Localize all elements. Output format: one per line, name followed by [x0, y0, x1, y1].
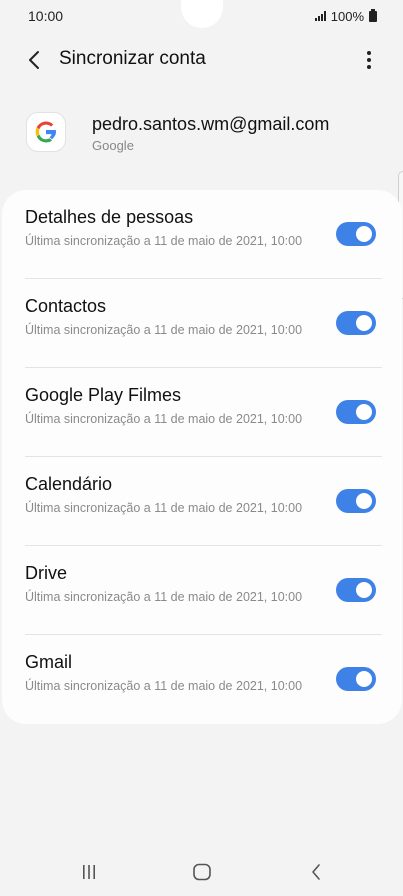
- status-time: 10:00: [28, 8, 64, 24]
- sync-item-contactos[interactable]: Contactos Última sincronização a 11 de m…: [2, 279, 402, 368]
- sync-item-google-play-filmes[interactable]: Google Play Filmes Última sincronização …: [2, 368, 402, 457]
- recents-button[interactable]: [74, 860, 104, 884]
- account-header: pedro.santos.wm@gmail.com Google: [0, 110, 403, 162]
- account-type: Google: [92, 138, 134, 153]
- nav-back-icon: [312, 864, 320, 880]
- status-indicators: 100%: [314, 8, 377, 24]
- sync-item-detalhes-de-pessoas[interactable]: Detalhes de pessoas Última sincronização…: [2, 190, 402, 279]
- toggle-knob: [354, 224, 374, 244]
- back-arrow-icon: [29, 51, 39, 69]
- toggle-knob: [354, 313, 374, 333]
- sync-toggle-switch[interactable]: [336, 400, 376, 424]
- more-options-button[interactable]: [355, 44, 383, 76]
- app-bar: Sincronizar conta: [0, 38, 403, 82]
- toggle-knob: [354, 580, 374, 600]
- sync-item-subtitle: Última sincronização a 11 de maio de 202…: [25, 590, 303, 604]
- sync-item-title: Calendário: [25, 474, 113, 494]
- sync-toggle-switch[interactable]: [336, 578, 376, 602]
- sync-item-subtitle: Última sincronização a 11 de maio de 202…: [25, 501, 303, 515]
- sync-items-card: Detalhes de pessoas Última sincronização…: [2, 190, 402, 724]
- sync-item-subtitle: Última sincronização a 11 de maio de 202…: [25, 234, 303, 248]
- sync-toggle-switch[interactable]: [336, 222, 376, 246]
- back-button[interactable]: [18, 44, 50, 76]
- sync-item-title: Google Play Filmes: [25, 385, 182, 405]
- recents-icon: [83, 865, 95, 879]
- account-email: pedro.santos.wm@gmail.com: [92, 114, 330, 134]
- sync-item-title: Gmail: [25, 652, 73, 672]
- home-button[interactable]: [187, 860, 217, 884]
- toggle-knob: [354, 402, 374, 422]
- battery-percent: 100%: [330, 8, 364, 24]
- sync-item-drive[interactable]: Drive Última sincronização a 11 de maio …: [2, 546, 402, 635]
- toggle-knob: [354, 669, 374, 689]
- sync-item-subtitle: Última sincronização a 11 de maio de 202…: [25, 412, 303, 426]
- sync-toggle-switch[interactable]: [336, 667, 376, 691]
- page-title: Sincronizar conta: [59, 48, 206, 69]
- sync-item-title: Contactos: [25, 296, 107, 316]
- toggle-knob: [354, 491, 374, 511]
- battery-icon: [369, 8, 377, 22]
- sync-item-title: Drive: [25, 563, 68, 583]
- sync-item-subtitle: Última sincronização a 11 de maio de 202…: [25, 679, 303, 693]
- home-icon: [193, 863, 211, 881]
- nav-back-button[interactable]: [301, 860, 331, 884]
- system-nav-bar: [0, 848, 403, 896]
- signal-icon: [314, 11, 326, 21]
- sync-item-subtitle: Última sincronização a 11 de maio de 202…: [25, 323, 303, 337]
- sync-item-calendario[interactable]: Calendário Última sincronização a 11 de …: [2, 457, 402, 546]
- sync-item-gmail[interactable]: Gmail Última sincronização a 11 de maio …: [2, 635, 402, 724]
- sync-item-title: Detalhes de pessoas: [25, 207, 194, 227]
- sync-toggle-switch[interactable]: [336, 489, 376, 513]
- sync-toggle-switch[interactable]: [336, 311, 376, 335]
- google-logo-icon: [26, 112, 66, 152]
- more-vertical-icon: [367, 51, 371, 69]
